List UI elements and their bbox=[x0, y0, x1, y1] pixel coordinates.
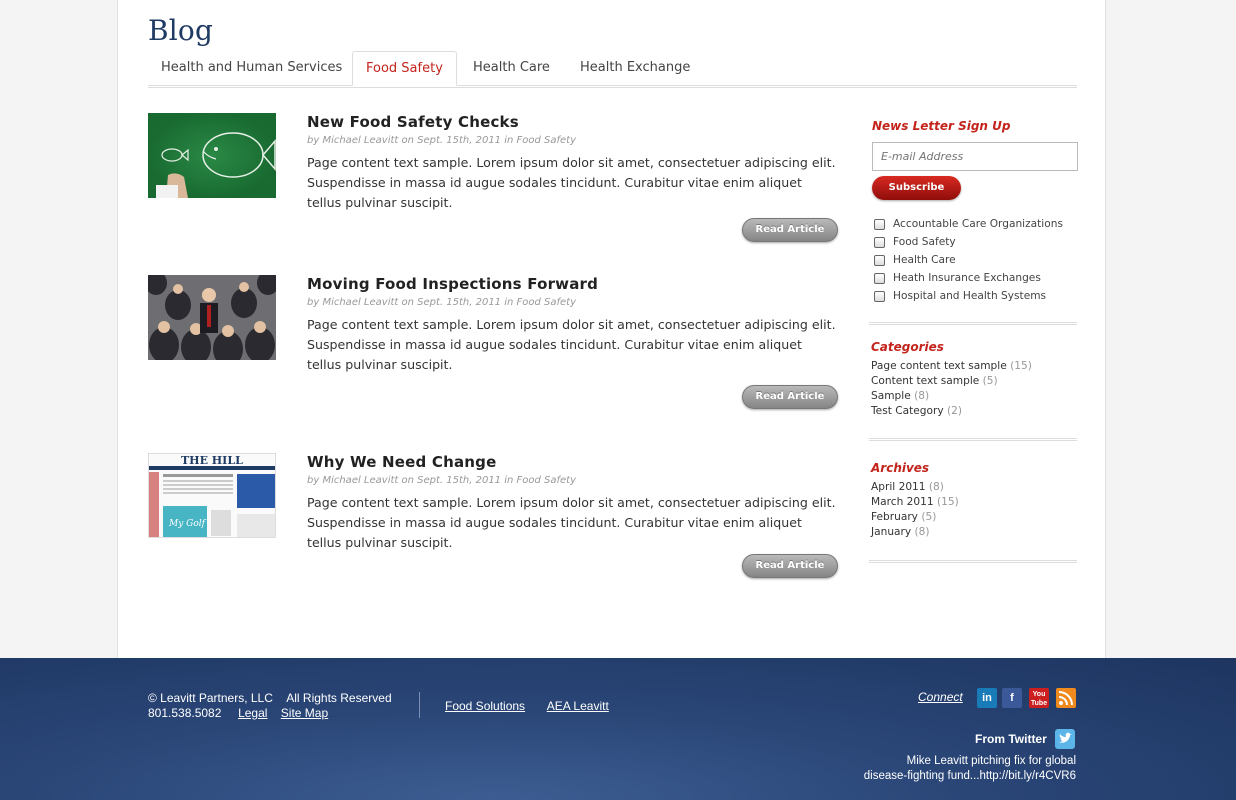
rss-icon[interactable] bbox=[1056, 688, 1076, 708]
topic-checkbox-item[interactable]: Hospital and Health Systems bbox=[874, 287, 1063, 305]
rights-text: All Rights Reserved bbox=[286, 691, 392, 705]
checkbox[interactable] bbox=[874, 272, 885, 284]
archive-link[interactable]: January (8) bbox=[871, 525, 959, 540]
checkbox[interactable] bbox=[874, 290, 885, 302]
article-body: New Food Safety Checks by Michael Leavit… bbox=[307, 113, 839, 213]
tab-bar: Health and Human Services Food Safety He… bbox=[148, 51, 1077, 86]
sidebar-divider bbox=[869, 560, 1077, 563]
checkbox-label: Hospital and Health Systems bbox=[893, 290, 1047, 302]
facebook-icon[interactable]: f bbox=[1002, 688, 1022, 708]
email-field[interactable] bbox=[872, 142, 1078, 171]
archive-link[interactable]: March 2011 (15) bbox=[871, 495, 959, 510]
content-panel: Blog Health and Human Services Food Safe… bbox=[117, 0, 1106, 658]
article-title[interactable]: Moving Food Inspections Forward bbox=[307, 275, 839, 293]
copyright-text: © Leavitt Partners, LLC bbox=[148, 691, 273, 705]
article-excerpt: Page content text sample. Lorem ipsum do… bbox=[307, 155, 836, 210]
read-article-button[interactable]: Read Article bbox=[742, 218, 838, 242]
checkbox-label: Accountable Care Organizations bbox=[893, 218, 1063, 230]
youtube-icon[interactable]: You Tube bbox=[1029, 688, 1049, 708]
connect-link[interactable]: Connect bbox=[918, 690, 963, 704]
article-title[interactable]: Why We Need Change bbox=[307, 453, 839, 471]
article-item: THE HILL My Golf Why We Need Change by M… bbox=[148, 453, 838, 580]
article-excerpt: Page content text sample. Lorem ipsum do… bbox=[307, 495, 836, 550]
legal-link[interactable]: Legal bbox=[238, 706, 267, 720]
tab-health-exchange[interactable]: Health Exchange bbox=[567, 51, 703, 86]
category-link[interactable]: Sample (8) bbox=[871, 389, 1032, 404]
thumb-logo-text: THE HILL bbox=[181, 454, 243, 467]
tweet-text[interactable]: Mike Leavitt pitching fix for global dis… bbox=[864, 754, 1076, 784]
sidebar-divider bbox=[869, 438, 1077, 441]
newsletter-heading: News Letter Sign Up bbox=[872, 119, 1011, 133]
categories-list: Page content text sample (15) Content te… bbox=[871, 359, 1032, 419]
article-title[interactable]: New Food Safety Checks bbox=[307, 113, 839, 131]
checkbox[interactable] bbox=[874, 218, 885, 230]
tab-health-care[interactable]: Health Care bbox=[460, 51, 563, 86]
tab-health-human-services[interactable]: Health and Human Services bbox=[148, 51, 355, 86]
page-title: Blog bbox=[148, 14, 214, 47]
category-link[interactable]: Content text sample (5) bbox=[871, 374, 1032, 389]
checkbox-label: Heath Insurance Exchanges bbox=[893, 272, 1041, 284]
checkbox[interactable] bbox=[874, 236, 885, 248]
tab-food-safety[interactable]: Food Safety bbox=[352, 51, 457, 86]
article-meta: by Michael Leavitt on Sept. 15th, 2011 i… bbox=[307, 297, 577, 308]
from-twitter-label: From Twitter bbox=[975, 732, 1047, 746]
checkbox[interactable] bbox=[874, 254, 885, 266]
archives-list: April 2011 (8) March 2011 (15) February … bbox=[871, 480, 959, 540]
sidebar-divider bbox=[869, 322, 1077, 325]
svg-text:My Golf: My Golf bbox=[168, 519, 207, 529]
article-meta: by Michael Leavitt on Sept. 15th, 2011 i… bbox=[307, 135, 577, 146]
aea-leavitt-link[interactable]: AEA Leavitt bbox=[547, 699, 609, 713]
category-link[interactable]: Test Category (2) bbox=[871, 404, 1032, 419]
article-body: Why We Need Change by Michael Leavitt on… bbox=[307, 453, 839, 553]
linkedin-icon[interactable]: in bbox=[977, 688, 997, 708]
topic-checkbox-list: Accountable Care Organizations Food Safe… bbox=[874, 215, 1063, 305]
archive-link[interactable]: February (5) bbox=[871, 510, 959, 525]
tabs-divider bbox=[148, 85, 1077, 88]
checkbox-label: Health Care bbox=[893, 254, 956, 266]
footer-divider bbox=[419, 692, 420, 718]
footer-links: Food Solutions AEA Leavitt bbox=[445, 699, 628, 713]
read-article-button[interactable]: Read Article bbox=[742, 554, 838, 578]
article-meta: by Michael Leavitt on Sept. 15th, 2011 i… bbox=[307, 475, 577, 486]
article-excerpt: Page content text sample. Lorem ipsum do… bbox=[307, 317, 836, 372]
read-article-button[interactable]: Read Article bbox=[742, 385, 838, 409]
archive-link[interactable]: April 2011 (8) bbox=[871, 480, 959, 495]
footer-info: © Leavitt Partners, LLC All Rights Reser… bbox=[148, 691, 392, 721]
topic-checkbox-item[interactable]: Accountable Care Organizations bbox=[874, 215, 1063, 233]
subscribe-button[interactable]: Subscribe bbox=[872, 176, 961, 200]
archives-heading: Archives bbox=[871, 461, 930, 475]
topic-checkbox-item[interactable]: Health Care bbox=[874, 251, 1063, 269]
footer: © Leavitt Partners, LLC All Rights Reser… bbox=[0, 658, 1236, 800]
topic-checkbox-item[interactable]: Food Safety bbox=[874, 233, 1063, 251]
checkbox-label: Food Safety bbox=[893, 236, 956, 248]
site-map-link[interactable]: Site Map bbox=[281, 706, 328, 720]
twitter-icon[interactable] bbox=[1055, 729, 1075, 749]
category-link[interactable]: Page content text sample (15) bbox=[871, 359, 1032, 374]
article-thumbnail[interactable] bbox=[148, 113, 276, 198]
topic-checkbox-item[interactable]: Heath Insurance Exchanges bbox=[874, 269, 1063, 287]
article-thumbnail[interactable]: THE HILL My Golf bbox=[148, 453, 276, 538]
article-item: New Food Safety Checks by Michael Leavit… bbox=[148, 113, 838, 244]
article-thumbnail[interactable] bbox=[148, 275, 276, 360]
article-item: Moving Food Inspections Forward by Micha… bbox=[148, 275, 838, 411]
categories-heading: Categories bbox=[871, 340, 944, 354]
article-body: Moving Food Inspections Forward by Micha… bbox=[307, 275, 839, 375]
phone-text: 801.538.5082 bbox=[148, 706, 222, 720]
food-solutions-link[interactable]: Food Solutions bbox=[445, 699, 525, 713]
